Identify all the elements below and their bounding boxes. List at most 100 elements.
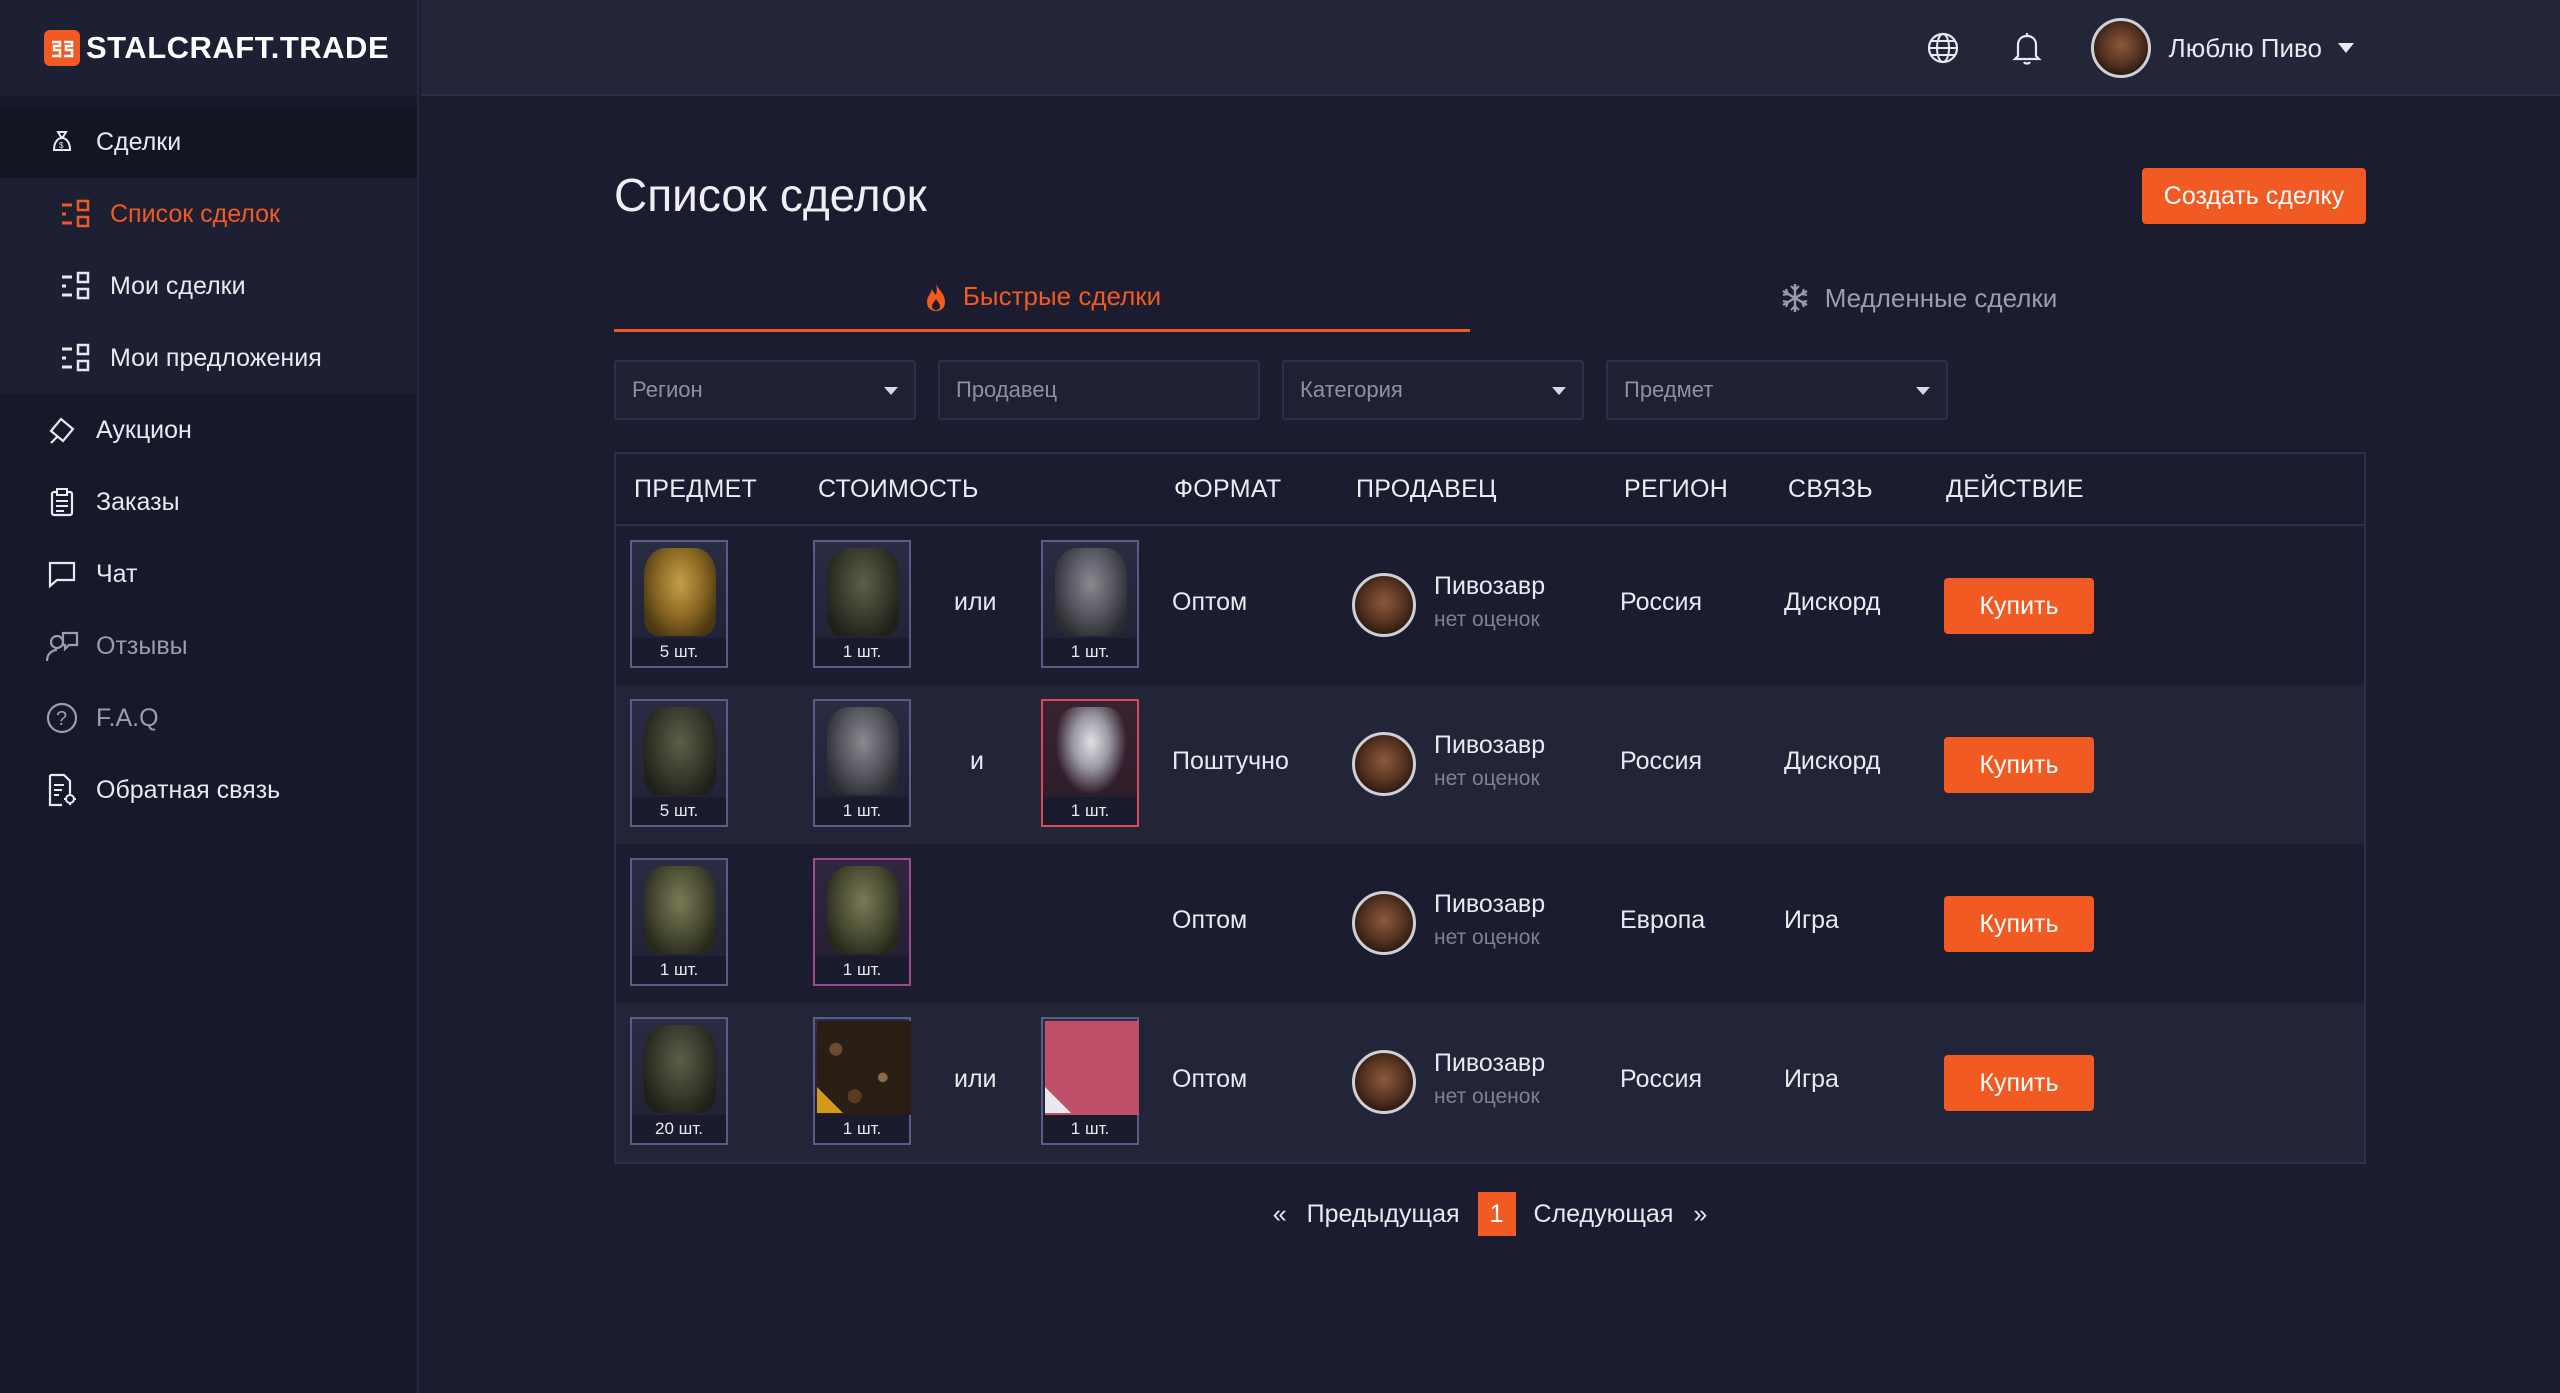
table-row: 1 шт. 1 шт. Оптом Пивозавр нет оценок Ев… xyxy=(616,844,2364,1003)
column-header-action: ДЕЙСТВИЕ xyxy=(1946,474,2084,503)
price-item-tile[interactable]: 1 шт. xyxy=(813,540,911,668)
format-value: Оптом xyxy=(1172,906,1248,934)
list-icon xyxy=(60,199,94,229)
sidebar-nav: $ Сделки Список сделок Мои сделки Мои пр… xyxy=(0,106,417,826)
price-item-tile[interactable]: 1 шт. xyxy=(1041,1017,1139,1145)
svg-text:$: $ xyxy=(59,141,64,150)
seller-avatar[interactable] xyxy=(1352,891,1416,955)
seller-avatar[interactable] xyxy=(1352,1050,1416,1114)
deals-group: $ Сделки Список сделок Мои сделки Мои пр… xyxy=(0,106,417,394)
money-bag-icon: $ xyxy=(44,124,80,160)
tab-label: Медленные сделки xyxy=(1824,282,2058,313)
contact-value: Игра xyxy=(1784,1065,1839,1093)
sidebar-item-deals[interactable]: $ Сделки xyxy=(0,106,417,178)
region-value: Россия xyxy=(1620,588,1702,616)
seller-name[interactable]: Пивозавр xyxy=(1434,731,1545,760)
avatar xyxy=(2090,18,2151,78)
region-value: Россия xyxy=(1620,1065,1702,1093)
item-select[interactable]: Предмет xyxy=(1606,360,1948,420)
list-icon xyxy=(60,343,94,373)
deals-table: ПРЕДМЕТ СТОИМОСТЬ ФОРМАТ ПРОДАВЕЦ РЕГИОН… xyxy=(614,452,2366,1164)
filters-bar: Регион Категория Предмет xyxy=(614,360,1970,420)
table-row: 5 шт. 1 шт. и 1 шт. Поштучно Пивозавр не… xyxy=(616,685,2364,844)
format-value: Оптом xyxy=(1172,588,1248,616)
create-deal-button[interactable]: Создать сделку xyxy=(2142,168,2366,224)
sidebar-item-label: Мои сделки xyxy=(110,271,246,300)
sidebar-item-feedback[interactable]: Обратная связь xyxy=(0,754,417,826)
item-tile[interactable]: 5 шт. xyxy=(630,540,728,668)
category-select[interactable]: Категория xyxy=(1282,360,1584,420)
table-row: 20 шт. 1 шт. или 1 шт. Оптом Пивозавр не… xyxy=(616,1003,2364,1162)
chevron-down-icon xyxy=(884,387,898,395)
seller-rating: нет оценок xyxy=(1434,608,1540,631)
chevron-down-icon xyxy=(1552,387,1566,395)
color-item-image xyxy=(1045,1021,1139,1115)
item-quantity: 1 шт. xyxy=(815,638,909,666)
price-conjunction: и xyxy=(970,747,984,775)
sidebar-item-my-offers[interactable]: Мои предложения xyxy=(0,322,417,394)
prev-arrow-icon[interactable]: « xyxy=(1273,1200,1287,1229)
buy-button[interactable]: Купить xyxy=(1944,896,2094,952)
next-arrow-icon[interactable]: » xyxy=(1693,1200,1707,1229)
seller-name[interactable]: Пивозавр xyxy=(1434,572,1545,601)
seller-input[interactable] xyxy=(938,360,1260,420)
reviews-icon xyxy=(44,628,80,664)
item-quantity: 1 шт. xyxy=(815,797,909,825)
seller-avatar[interactable] xyxy=(1352,573,1416,637)
armor-item-image xyxy=(644,1025,716,1113)
format-value: Оптом xyxy=(1172,1065,1248,1093)
sidebar-item-deal-list[interactable]: Список сделок xyxy=(0,178,417,250)
seller-avatar[interactable] xyxy=(1352,732,1416,796)
sidebar-item-orders[interactable]: Заказы xyxy=(0,466,417,538)
category-select-value: Категория xyxy=(1300,377,1403,402)
buy-button[interactable]: Купить xyxy=(1944,737,2094,793)
item-tile[interactable]: 20 шт. xyxy=(630,1017,728,1145)
column-header-region: РЕГИОН xyxy=(1624,474,1729,503)
sidebar-item-auction[interactable]: Аукцион xyxy=(0,394,417,466)
seller-rating: нет оценок xyxy=(1434,767,1540,790)
sidebar-item-reviews[interactable]: Отзывы xyxy=(0,610,417,682)
price-item-tile[interactable]: 1 шт. xyxy=(813,858,911,986)
user-name: Люблю Пиво xyxy=(2168,32,2322,63)
price-conjunction: или xyxy=(954,588,997,616)
bell-icon[interactable] xyxy=(2007,28,2047,68)
item-tile[interactable]: 5 шт. xyxy=(630,699,728,827)
format-value: Поштучно xyxy=(1172,747,1289,775)
tab-fast-deals[interactable]: Быстрые сделки xyxy=(614,264,1470,332)
item-tile[interactable]: 1 шт. xyxy=(630,858,728,986)
price-conjunction: или xyxy=(954,1065,997,1093)
fire-icon xyxy=(923,281,949,313)
orders-icon xyxy=(44,484,80,520)
price-item-tile[interactable]: 1 шт. xyxy=(1041,540,1139,668)
price-item-tile[interactable]: 1 шт. xyxy=(813,1017,911,1145)
user-menu[interactable]: Люблю Пиво xyxy=(2090,18,2354,78)
buy-button[interactable]: Купить xyxy=(1944,1055,2094,1111)
logo[interactable]: STALCRAFT.TRADE xyxy=(0,0,417,96)
sidebar-item-my-deals[interactable]: Мои сделки xyxy=(0,250,417,322)
seller-search-input[interactable] xyxy=(956,377,1258,403)
next-page-link[interactable]: Следующая xyxy=(1534,1200,1674,1229)
seller-name[interactable]: Пивозавр xyxy=(1434,890,1545,919)
seller-rating: нет оценок xyxy=(1434,926,1540,949)
prev-page-link[interactable]: Предыдущая xyxy=(1307,1200,1460,1229)
table-row: 5 шт. 1 шт. или 1 шт. Оптом Пивозавр нет… xyxy=(616,526,2364,685)
column-header-format: ФОРМАТ xyxy=(1174,474,1282,503)
auction-icon xyxy=(44,412,80,448)
armor-item-image xyxy=(827,548,899,636)
sidebar-item-label: Чат xyxy=(96,559,138,588)
price-item-tile[interactable]: 1 шт. xyxy=(1041,699,1139,827)
armor-item-image xyxy=(644,866,716,954)
tab-slow-deals[interactable]: Медленные сделки xyxy=(1470,264,2366,332)
globe-icon[interactable] xyxy=(1923,28,1963,68)
sidebar-item-label: Отзывы xyxy=(96,631,188,660)
buy-button[interactable]: Купить xyxy=(1944,578,2094,634)
item-quantity: 1 шт. xyxy=(815,1115,909,1143)
page-number-current[interactable]: 1 xyxy=(1477,1192,1516,1236)
sidebar-item-faq[interactable]: ? F.A.Q xyxy=(0,682,417,754)
region-select[interactable]: Регион xyxy=(614,360,916,420)
seller-name[interactable]: Пивозавр xyxy=(1434,1049,1545,1078)
armor-item-image xyxy=(827,866,899,954)
item-select-value: Предмет xyxy=(1624,377,1714,402)
price-item-tile[interactable]: 1 шт. xyxy=(813,699,911,827)
sidebar-item-chat[interactable]: Чат xyxy=(0,538,417,610)
